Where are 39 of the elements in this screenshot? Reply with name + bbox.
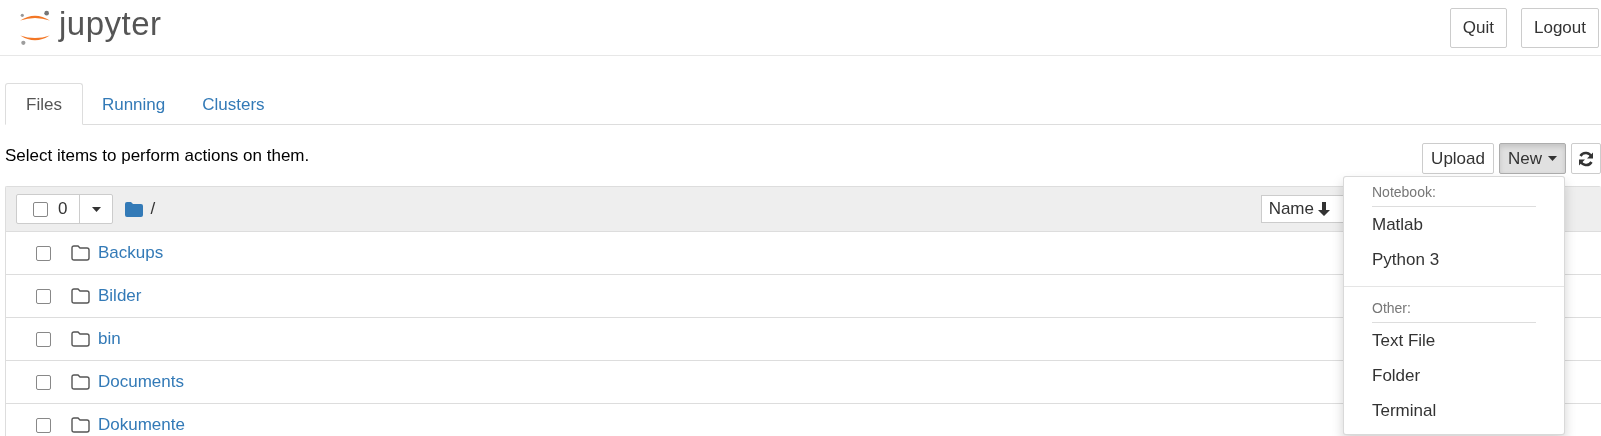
folder-link[interactable]: Backups [98,243,164,263]
refresh-icon [1578,150,1594,167]
arrow-down-icon [1318,202,1330,216]
tab[interactable]: Files [5,83,83,125]
folder-link[interactable]: Documents [98,372,184,392]
folder-link[interactable]: Dokumente [98,415,185,435]
tab[interactable]: Running [83,83,184,124]
folder-link[interactable]: Bilder [98,286,142,306]
instruction-text: Select items to perform actions on them. [5,145,310,166]
folder-link[interactable]: bin [98,329,121,349]
logo-text: jupyter [59,4,162,43]
caret-icon [91,206,101,212]
folder-icon [71,331,90,347]
logout-button[interactable]: Logout [1521,7,1599,48]
upload-button[interactable]: Upload [1422,143,1494,174]
folder-icon [71,288,90,304]
menu-item[interactable]: Folder [1344,358,1564,393]
menu-item[interactable]: Terminal [1344,393,1564,428]
row-checkbox[interactable] [36,288,51,304]
new-button[interactable]: New [1499,143,1566,174]
caret-icon [1548,156,1557,161]
select-all-checkbox[interactable] [33,201,48,217]
menu-item[interactable]: Python 3 [1344,242,1564,277]
selected-count: 0 [58,199,68,219]
folder-icon [125,201,144,217]
breadcrumb-link[interactable]: / [150,199,156,219]
folder-icon [71,245,90,261]
row-checkbox[interactable] [36,245,51,261]
menu-section-header: Other: [1372,298,1536,323]
folder-icon [71,374,90,390]
refresh-button[interactable] [1571,143,1601,174]
row-checkbox[interactable] [36,331,51,347]
menu-section-header: Notebook: [1372,182,1536,207]
row-checkbox[interactable] [36,417,51,433]
quit-button[interactable]: Quit [1449,7,1507,48]
tab[interactable]: Clusters [184,83,283,124]
row-checkbox[interactable] [36,374,51,390]
folder-icon [71,417,90,433]
menu-item[interactable]: Text File [1344,323,1564,358]
